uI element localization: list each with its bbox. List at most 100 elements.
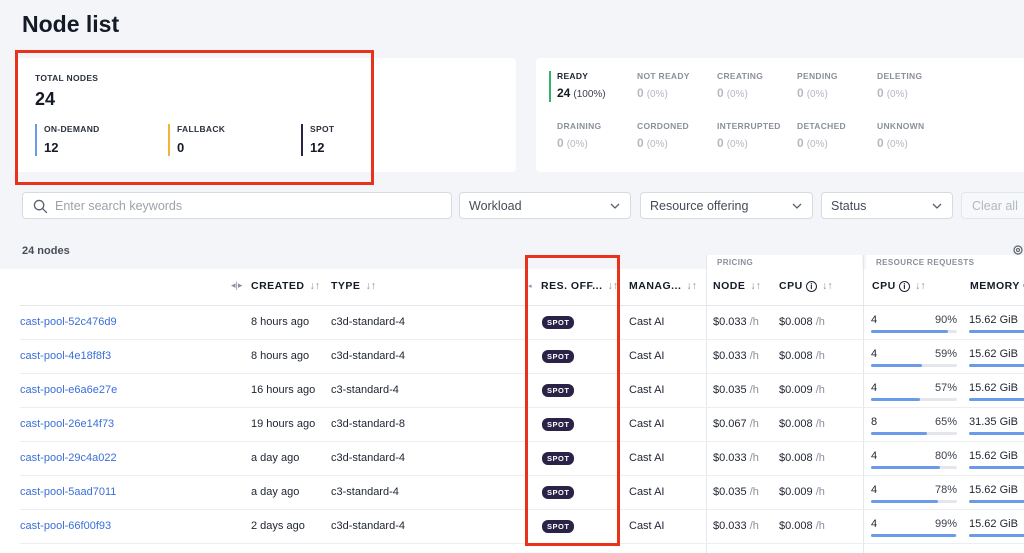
sort-icon: ↓↑	[607, 280, 619, 292]
status-pending[interactable]: PENDING 0 (0%)	[789, 71, 869, 105]
total-nodes-label: TOTAL NODES	[35, 73, 99, 83]
column-header-type[interactable]: TYPE ↓↑	[331, 280, 376, 292]
table-row[interactable]: cast-pool-26e14f73 19 hours ago c3d-standa…	[20, 408, 1024, 442]
memory-request-bar	[969, 500, 1024, 503]
cpu-request-bar	[871, 398, 957, 401]
status-interrupted[interactable]: INTERRUPTED 0 (0%)	[709, 121, 789, 155]
spot-badge: SPOT	[542, 486, 575, 499]
memory-requests-cell: 15.62 GiB	[969, 314, 1024, 334]
column-header-cpu-requests[interactable]: CPU i ↓↑	[872, 280, 926, 292]
info-icon[interactable]: i	[899, 281, 911, 292]
created-cell: 8 hours ago	[251, 350, 310, 362]
column-header-res-offering[interactable]: RES. OFF... ↓↑	[541, 280, 618, 292]
search-input[interactable]	[55, 198, 435, 213]
managed-by-cell: Cast AI	[629, 350, 665, 362]
created-cell: a day ago	[251, 486, 300, 498]
status-not-ready[interactable]: NOT READY 0 (0%)	[629, 71, 709, 105]
memory-request-bar	[969, 466, 1024, 469]
column-header-node-price[interactable]: NODE ↓↑	[713, 280, 761, 292]
node-price-cell: $0.033 /h	[713, 350, 759, 362]
chevron-down-icon	[610, 203, 620, 209]
status-creating[interactable]: CREATING 0 (0%)	[709, 71, 789, 105]
node-price-cell: $0.035 /h	[713, 384, 759, 396]
memory-requests-cell: 15.62 GiB	[969, 518, 1024, 538]
memory-requests-cell: 15.62 GiB	[969, 484, 1024, 504]
status-cordoned[interactable]: CORDONED 0 (0%)	[629, 121, 709, 155]
status-unknown[interactable]: UNKNOWN 0 (0%)	[869, 121, 949, 155]
table-row[interactable]: cast-pool-52c476d9 8 hours ago c3d-standar…	[20, 306, 1024, 340]
node-name-link[interactable]: cast-pool-29c4a022	[20, 452, 117, 464]
table-row[interactable]: cast-pool-e6a6e27e 16 hours ago c3-standar…	[20, 374, 1024, 408]
spot-badge: SPOT	[542, 452, 575, 465]
column-header-managed-by[interactable]: MANAG... ↓↑	[629, 280, 697, 292]
cpu-request-bar	[871, 534, 957, 537]
table-row[interactable]: cast-pool-29c4a022 a day ago c3d-standard-…	[20, 442, 1024, 476]
workload-dropdown[interactable]: Workload	[459, 192, 631, 219]
node-name-link[interactable]: cast-pool-e6a6e27e	[20, 384, 117, 396]
node-price-cell: $0.033 /h	[713, 520, 759, 532]
cpu-requests-cell: 4 80%	[871, 450, 957, 470]
cpu-request-fill	[871, 330, 949, 333]
table-row[interactable]: cast-pool-4e18f8f3 8 hours ago c3d-standar…	[20, 340, 1024, 374]
memory-request-bar	[969, 534, 1024, 537]
node-name-link[interactable]: cast-pool-5aad7011	[20, 486, 116, 498]
pricing-group-header: PRICING	[707, 255, 862, 269]
info-icon[interactable]: i	[806, 281, 818, 292]
column-resize-handle[interactable]: ◂	[528, 282, 532, 290]
ready-indicator	[549, 71, 551, 102]
created-cell: 8 hours ago	[251, 316, 310, 328]
node-price-cell: $0.035 /h	[713, 486, 759, 498]
status-deleting[interactable]: DELETING 0 (0%)	[869, 71, 949, 105]
clear-all-button[interactable]: Clear all	[961, 192, 1024, 219]
cpu-price-cell: $0.008 /h	[779, 350, 825, 362]
resource-offering-dropdown[interactable]: Resource offering	[640, 192, 813, 219]
status-dropdown[interactable]: Status	[821, 192, 953, 219]
sort-icon: ↓↑	[915, 280, 926, 292]
column-header-created[interactable]: CREATED ↓↑	[251, 280, 320, 292]
spot-badge: SPOT	[542, 418, 575, 431]
sort-icon: ↓↑	[822, 280, 833, 292]
sort-icon: ↓↑	[686, 280, 697, 292]
search-box[interactable]	[22, 192, 452, 219]
cpu-requests-cell: 8 65%	[871, 416, 957, 436]
column-resize-handle[interactable]: ◂|▸	[231, 280, 242, 291]
memory-requests-cell: 15.62 GiB	[969, 348, 1024, 368]
column-header-cpu-price[interactable]: CPU i ↓↑	[779, 280, 833, 292]
spot-badge: SPOT	[542, 316, 575, 329]
node-name-link[interactable]: cast-pool-66f00f93	[20, 520, 111, 532]
cpu-requests-cell: 4 57%	[871, 382, 957, 402]
node-name-link[interactable]: cast-pool-4e18f8f3	[20, 350, 111, 362]
sort-icon: ↓↑	[365, 280, 376, 292]
cpu-requests-cell: 4 78%	[871, 484, 957, 504]
managed-by-cell: Cast AI	[629, 452, 665, 464]
created-cell: 19 hours ago	[251, 418, 316, 430]
status-draining[interactable]: DRAINING 0 (0%)	[549, 121, 629, 155]
node-price-cell: $0.033 /h	[713, 452, 759, 464]
memory-request-bar	[969, 330, 1024, 333]
cpu-requests-cell: 4 59%	[871, 348, 957, 368]
status-ready[interactable]: READY 24 (100%)	[549, 71, 629, 105]
cpu-request-fill	[871, 398, 921, 401]
page-title: Node list	[22, 11, 120, 37]
on-demand-indicator	[35, 124, 37, 156]
node-name-link[interactable]: cast-pool-52c476d9	[20, 316, 117, 328]
sort-icon: ↓↑	[750, 280, 761, 292]
resource-requests-group-header: RESOURCE REQUESTS	[866, 255, 1024, 269]
type-cell: c3d-standard-4	[331, 520, 405, 532]
spot-badge: SPOT	[542, 384, 575, 397]
cpu-request-bar	[871, 500, 957, 503]
node-name-link[interactable]: cast-pool-26e14f73	[20, 418, 114, 430]
fallback-indicator	[168, 124, 170, 156]
chevron-down-icon	[792, 203, 802, 209]
table-row[interactable]: cast-pool-66f00f93 2 days ago c3d-standard…	[20, 510, 1024, 544]
cpu-requests-cell: 4 99%	[871, 518, 957, 538]
chevron-down-icon	[932, 203, 942, 209]
table-row[interactable]: cast-pool-5aad7011 a day ago c3-standard-4…	[20, 476, 1024, 510]
managed-by-cell: Cast AI	[629, 486, 665, 498]
type-cell: c3-standard-4	[331, 384, 399, 396]
cpu-price-cell: $0.009 /h	[779, 486, 825, 498]
spot-badge: SPOT	[542, 520, 575, 533]
column-header-memory-requests[interactable]: MEMORY C	[970, 280, 1024, 292]
status-detached[interactable]: DETACHED 0 (0%)	[789, 121, 869, 155]
cpu-request-fill	[871, 466, 940, 469]
